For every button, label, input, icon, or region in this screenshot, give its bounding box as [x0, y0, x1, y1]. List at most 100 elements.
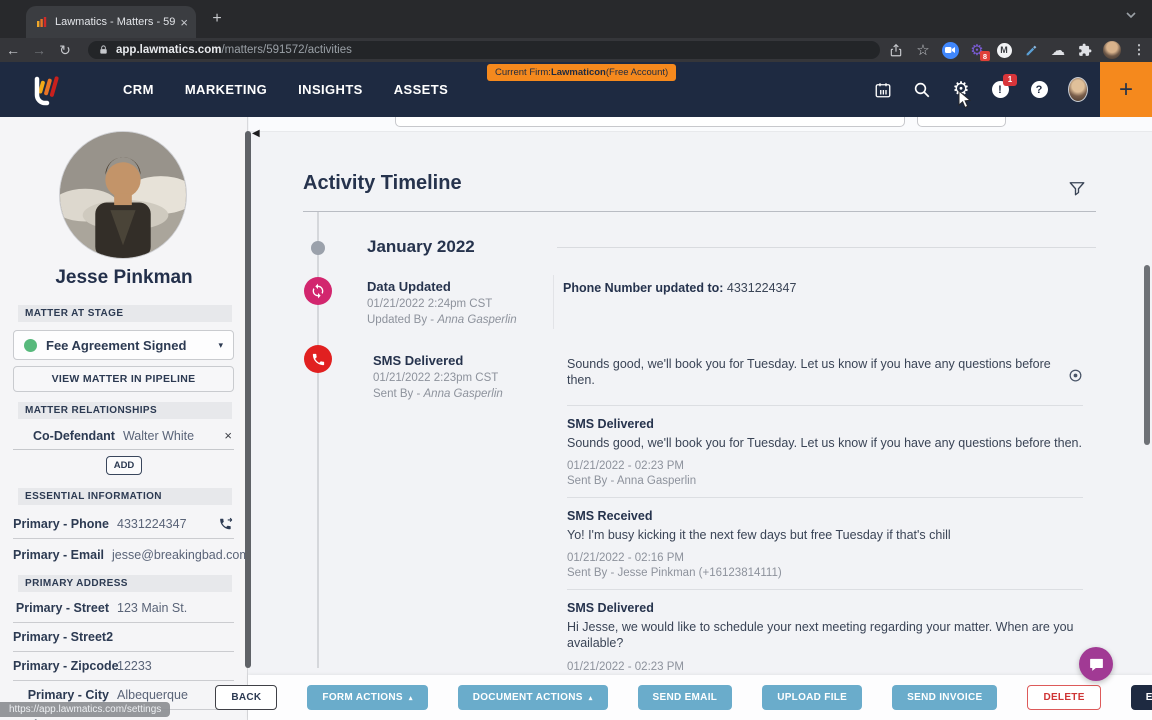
browser-menu-icon[interactable]: ⋮: [1130, 41, 1148, 59]
browser-tabstrip: Lawmatics - Matters - 591572 × +: [0, 0, 1152, 38]
updated-by: Updated By - Anna Gasperlin: [367, 314, 517, 326]
sms-preview-row: Sounds good, we'll book you for Tuesday.…: [567, 356, 1083, 406]
upload-file-button[interactable]: UPLOAD FILE: [762, 685, 863, 710]
nav-insights[interactable]: INSIGHTS: [298, 82, 363, 97]
sms-entry-summary: SMS Delivered 01/21/2022 2:23pm CST Sent…: [373, 353, 503, 400]
url-path: /matters/591572/activities: [221, 44, 352, 56]
back-button[interactable]: BACK: [215, 685, 278, 710]
activity-timeline-panel: Activity Timeline January 2022 Data Upda…: [249, 117, 1152, 675]
street-row: Primary - Street 123 Main St.: [13, 594, 234, 623]
global-add-button[interactable]: +: [1100, 62, 1152, 117]
view-eye-icon[interactable]: [1068, 368, 1083, 383]
nav-marketing[interactable]: MARKETING: [185, 82, 267, 97]
chat-icon: [1089, 658, 1103, 671]
document-actions-button[interactable]: DOCUMENT ACTIONS ▴: [457, 685, 608, 710]
phone-row: Primary - Phone 4331224347: [13, 510, 234, 539]
back-icon[interactable]: ←: [0, 42, 26, 58]
reload-icon[interactable]: ↻: [52, 42, 78, 59]
phone-forward-icon[interactable]: [218, 517, 234, 531]
section-matter-relationships: MATTER RELATIONSHIPS: [18, 402, 232, 419]
search-icon[interactable]: [912, 80, 932, 100]
share-icon[interactable]: [887, 41, 905, 59]
relationship-row: Co-Defendant Walter White ×: [13, 422, 234, 450]
notification-count-badge: 1: [1003, 73, 1017, 86]
timeline-month: January 2022: [367, 237, 475, 256]
lawmatics-logo[interactable]: [26, 70, 66, 110]
data-updated-entry: Data Updated 01/21/2022 2:24pm CST Updat…: [367, 279, 517, 326]
sent-by: Sent By - Anna Gasperlin: [567, 474, 697, 487]
stage-dropdown[interactable]: Fee Agreement Signed ▾: [13, 330, 234, 360]
client-photo[interactable]: [59, 131, 187, 259]
filter-icon[interactable]: [1068, 179, 1086, 197]
help-chat-launcher[interactable]: [1079, 647, 1113, 681]
page-title: Activity Timeline: [303, 172, 462, 194]
url-bar[interactable]: app.lawmatics.com/matters/591572/activit…: [88, 41, 880, 59]
section-essential-information: ESSENTIAL INFORMATION: [18, 488, 232, 505]
extensions-puzzle-icon[interactable]: [1076, 41, 1094, 59]
timestamp: 01/21/2022 - 02:16 PM: [567, 552, 684, 564]
tab-title: Lawmatics - Matters - 591572: [55, 16, 176, 28]
data-updated-icon: [304, 277, 332, 305]
view-matter-in-pipeline-button[interactable]: VIEW MATTER IN PIPELINE: [13, 366, 234, 392]
cutoff-input[interactable]: [395, 117, 905, 127]
primary-nav: CRM MARKETING INSIGHTS ASSETS: [123, 62, 448, 117]
caret-down-icon: ▾: [218, 339, 223, 350]
current-firm-badge: Current Firm: Lawmaticon (Free Account): [487, 64, 677, 81]
pencil-extension-icon[interactable]: [1022, 41, 1040, 59]
sidebar-scrollbar[interactable]: [245, 131, 251, 668]
mouse-cursor: [958, 90, 971, 109]
user-avatar[interactable]: [1068, 77, 1088, 102]
chevron-down-icon[interactable]: [1126, 12, 1136, 19]
stage-status-dot: [24, 338, 37, 352]
sent-by: Sent By - Jesse Pinkman (+16123814111): [567, 567, 782, 579]
calendar-icon[interactable]: [873, 80, 893, 100]
notifications-icon[interactable]: ! 1: [990, 73, 1017, 100]
tab-close-icon[interactable]: ×: [180, 15, 188, 30]
delete-button[interactable]: DELETE: [1027, 685, 1101, 710]
cutoff-button[interactable]: [917, 117, 1006, 127]
sent-by: Sent By - Anna Gasperlin: [373, 388, 503, 400]
matter-action-bar: BACK FORM ACTIONS ▴ DOCUMENT ACTIONS ▴ SEN…: [215, 675, 1152, 720]
divider: [557, 247, 1096, 248]
timestamp: 01/21/2022 - 02:23 PM: [567, 660, 684, 673]
new-tab-button[interactable]: +: [208, 10, 226, 28]
screen: Lawmatics - Matters - 591572 × + ← → ↻ a…: [0, 0, 1152, 720]
timestamp: 01/21/2022 2:23pm CST: [373, 372, 499, 384]
divider: [553, 275, 554, 329]
timeline-month-dot: [311, 241, 325, 255]
send-email-button[interactable]: SEND EMAIL: [637, 685, 733, 710]
browser-extensions: ☆ ⚙ 8 M ☁ ⋮: [887, 38, 1148, 62]
help-icon[interactable]: ?: [1029, 80, 1049, 100]
monogram-extension-icon[interactable]: M: [995, 41, 1013, 59]
page-scrollbar[interactable]: [1144, 265, 1150, 445]
relationship-name[interactable]: Walter White: [123, 429, 224, 443]
add-relationship-button[interactable]: ADD: [106, 456, 142, 475]
form-actions-button[interactable]: FORM ACTIONS ▴: [307, 685, 428, 710]
sms-item: SMS Received Yo! I'm busy kicking it the…: [567, 498, 1083, 590]
nav-assets[interactable]: ASSETS: [394, 82, 448, 97]
section-matter-at-stage: MATTER AT STAGE: [18, 305, 232, 322]
sidebar-collapse-icon[interactable]: ◀: [252, 128, 260, 139]
bookmark-star-icon[interactable]: ☆: [914, 41, 932, 59]
browser-addressbar: ← → ↻ app.lawmatics.com/matters/591572/a…: [0, 38, 1152, 62]
browser-tab[interactable]: Lawmatics - Matters - 591572 ×: [26, 6, 196, 38]
zipcode-row: Primary - Zipcode 12233: [13, 652, 234, 681]
street2-row: Primary - Street2: [13, 623, 234, 652]
browser-profile-avatar[interactable]: [1103, 41, 1121, 59]
caret-up-icon: ▴: [588, 694, 593, 702]
cloud-extension-icon[interactable]: ☁: [1049, 41, 1067, 59]
data-updated-detail: Phone Number updated to: 4331224347: [563, 281, 797, 295]
link-preview-statusbar: https://app.lawmatics.com/settings: [0, 702, 171, 717]
zoom-extension-icon[interactable]: [941, 41, 959, 59]
divider: [303, 211, 1096, 212]
remove-relationship-icon[interactable]: ×: [224, 428, 232, 443]
email-row: Primary - Email jesse@breakingbad.com: [13, 547, 248, 562]
sms-thread-card: Sounds good, we'll book you for Tuesday.…: [567, 356, 1083, 675]
forward-icon[interactable]: →: [26, 42, 52, 58]
edit-button[interactable]: EDIT: [1130, 685, 1152, 710]
send-invoice-button[interactable]: SEND INVOICE: [892, 685, 998, 710]
sms-event-icon: [304, 345, 332, 373]
appbar-icons: ⚙ ! 1 ?: [873, 62, 1088, 117]
gear-extension-icon[interactable]: ⚙ 8: [968, 41, 990, 61]
nav-crm[interactable]: CRM: [123, 82, 154, 97]
